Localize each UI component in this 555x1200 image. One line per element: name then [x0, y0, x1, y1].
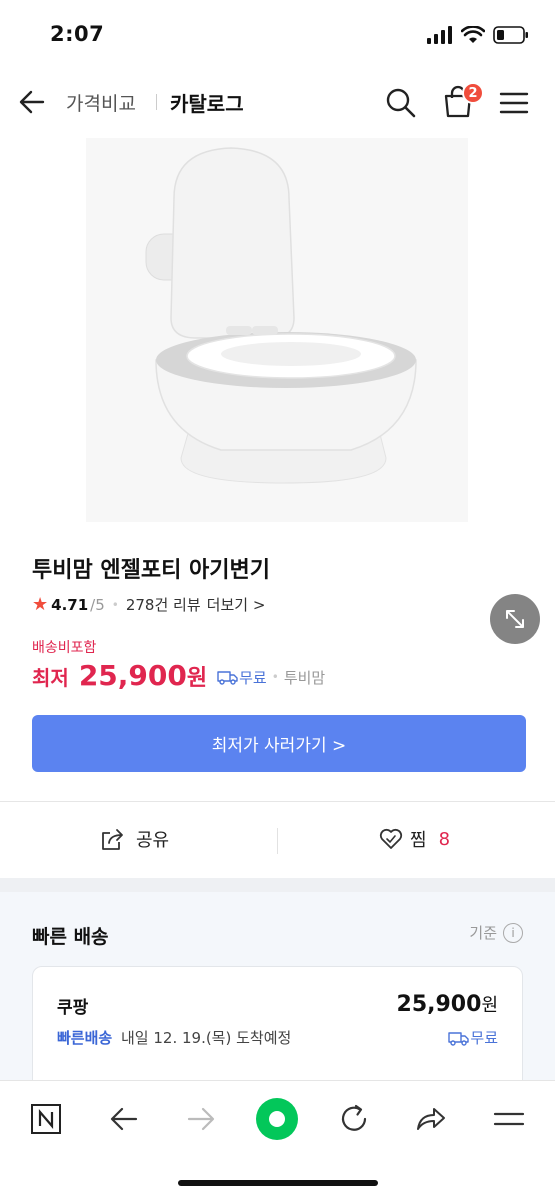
like-button[interactable]: 찜 8 [378, 826, 450, 852]
review-more-link[interactable]: 더보기 > [207, 594, 266, 615]
reload-button[interactable] [332, 1097, 376, 1141]
section-separator [0, 878, 555, 892]
heart-icon [379, 828, 403, 849]
offer-shipping: 무료 [448, 1027, 498, 1048]
share-label: 공유 [136, 830, 170, 851]
header: 가격비교 카탈로그 2 [0, 72, 555, 132]
truck-icon [448, 1031, 470, 1046]
like-label: 찜 [410, 830, 427, 851]
store-name: 쿠팡 [57, 998, 89, 1018]
back-button[interactable] [16, 86, 48, 118]
baby-potty-image [86, 138, 468, 522]
search-button[interactable] [384, 86, 418, 120]
status-time: 2:07 [50, 22, 105, 46]
product-image[interactable] [86, 138, 540, 644]
price-unit: 원 [186, 666, 208, 691]
product-title: 투비맘 엔젤포티 아기변기 [32, 558, 270, 583]
arrow-right-icon [187, 1107, 215, 1131]
fast-delivery-section: 빠른 배송 기준 i 쿠팡 25,900원 빠른배송 내일 12. 19.(목)… [0, 892, 555, 1096]
naver-logo-icon [31, 1104, 61, 1134]
menu-button[interactable] [498, 88, 530, 118]
battery-icon [493, 26, 528, 44]
action-row: 공유 찜 8 [0, 802, 555, 878]
share-button[interactable]: 공유 [100, 826, 169, 852]
rating-row: ★ 4.71 /5 • 278건 리뷰 더보기 > [32, 594, 265, 615]
share-arrow-icon [417, 1108, 445, 1130]
rating-max: /5 [90, 595, 105, 614]
shipping-free-label: 무료 [239, 668, 267, 687]
cart-count-badge: 2 [462, 82, 484, 104]
header-divider [156, 94, 157, 110]
arrow-left-icon [110, 1107, 138, 1131]
fast-delivery-badge: 빠른배송 [57, 1029, 113, 1047]
hamburger-menu-icon [493, 1112, 525, 1126]
green-dot-icon [256, 1098, 298, 1140]
search-icon [386, 88, 416, 118]
wifi-icon [461, 26, 485, 43]
dot-separator: • [111, 597, 119, 612]
browser-menu-button[interactable] [487, 1097, 531, 1141]
like-count: 8 [438, 828, 451, 850]
status-icons [427, 26, 529, 44]
share-icon [102, 829, 123, 850]
price-compare-link[interactable]: 가격비교 [66, 89, 136, 116]
info-icon: i [503, 922, 523, 943]
offer-shipping-label: 무료 [470, 1029, 498, 1047]
offer-price-unit: 원 [481, 995, 498, 1016]
dot-separator: • [271, 670, 279, 684]
offer-price: 25,900원 [397, 991, 498, 1017]
shipping-info: 무료 • 투비맘 [217, 667, 325, 688]
price-prefix: 최저 [32, 666, 69, 690]
offer-card[interactable]: 쿠팡 25,900원 빠른배송 내일 12. 19.(목) 도착예정 무료 [32, 966, 523, 1096]
seller-name: 투비맘 [283, 668, 326, 687]
page-title: 카탈로그 [170, 92, 244, 116]
arrow-left-icon [19, 90, 45, 114]
review-count: 278건 리뷰 [125, 596, 201, 614]
back-nav-button[interactable] [102, 1097, 146, 1141]
price-value: 25,900 [78, 659, 187, 692]
shipping-included-label: 배송비포함 [32, 640, 97, 656]
section-title: 빠른 배송 [32, 926, 109, 948]
star-icon: ★ [32, 594, 49, 615]
status-bar: 2:07 [0, 0, 555, 70]
delivery-date: 내일 12. 19.(목) 도착예정 [120, 1029, 292, 1047]
green-dot-button[interactable] [255, 1097, 299, 1141]
criteria-label: 기준 [469, 924, 497, 942]
hamburger-menu-icon [499, 92, 529, 114]
zoom-button[interactable] [490, 594, 540, 644]
action-divider [277, 828, 278, 854]
buy-lowest-price-button[interactable]: 최저가 사러가기 > [32, 715, 526, 772]
rating-value: 4.71 [51, 595, 89, 614]
expand-icon [506, 610, 524, 628]
naver-home-button[interactable] [24, 1097, 68, 1141]
share-page-button[interactable] [409, 1097, 453, 1141]
truck-icon [217, 671, 238, 685]
reload-icon [341, 1104, 367, 1131]
criteria-info[interactable]: 기준 i [469, 922, 523, 943]
delivery-info: 빠른배송 내일 12. 19.(목) 도착예정 [57, 1027, 291, 1048]
price-row: 최저 25,900 원 무료 • 투비맘 [32, 659, 325, 692]
forward-nav-button[interactable] [179, 1097, 223, 1141]
home-indicator [178, 1180, 378, 1186]
offer-price-value: 25,900 [396, 992, 482, 1017]
cellular-signal-icon [427, 26, 452, 44]
